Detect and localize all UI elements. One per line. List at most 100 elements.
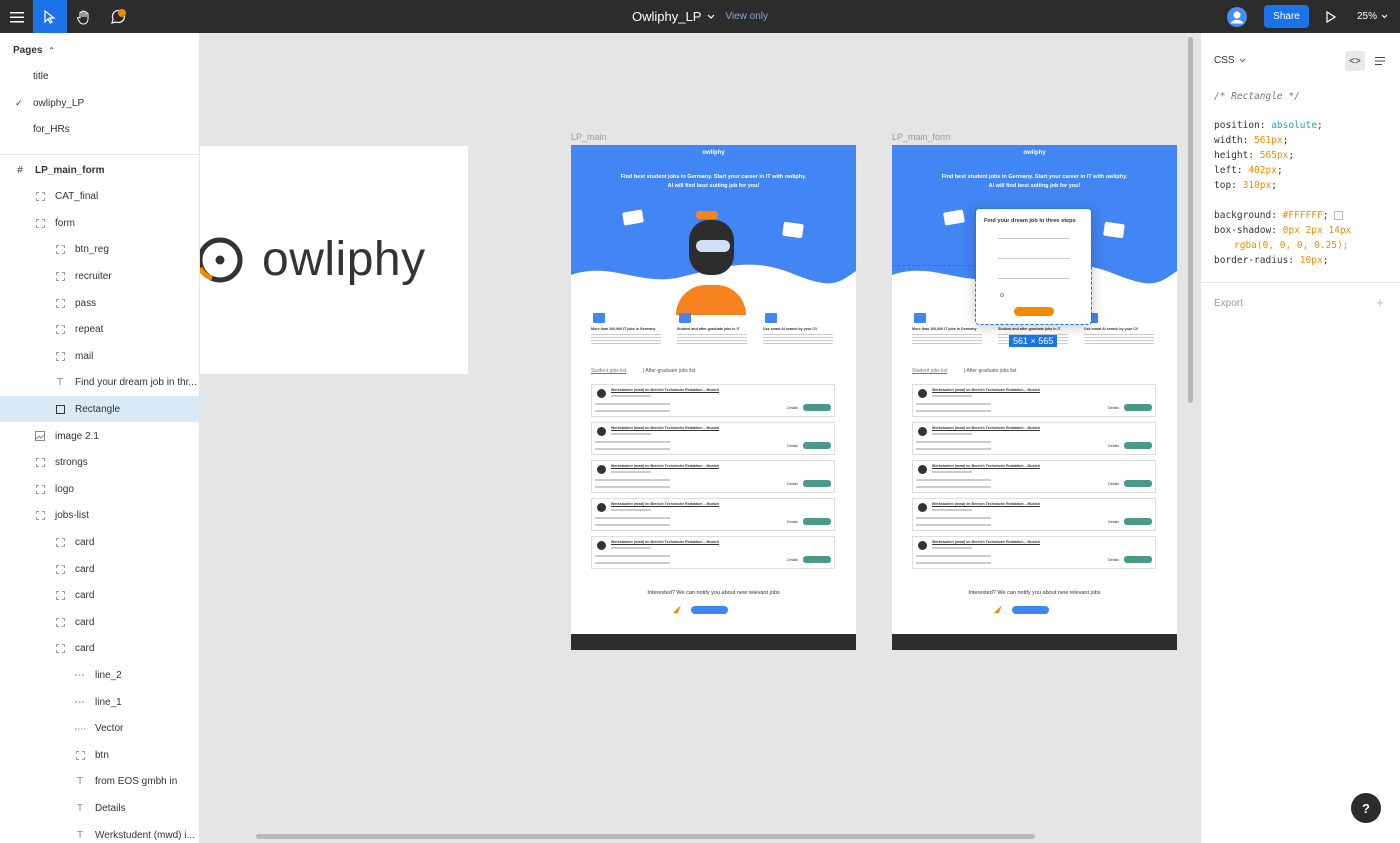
job-apply-button[interactable]: [1124, 480, 1152, 487]
job-details-link[interactable]: Details: [787, 520, 798, 524]
job-title[interactable]: Werkstudent (mwd) im Bereich Technische …: [611, 388, 719, 392]
job-title[interactable]: Werkstudent (mwd) im Bereich Technische …: [932, 540, 1040, 544]
recruiter-checkbox[interactable]: [1000, 293, 1004, 297]
layer-item[interactable]: jobs-list: [0, 503, 199, 529]
notify-button[interactable]: [691, 606, 728, 614]
job-apply-button[interactable]: [1124, 556, 1152, 563]
job-apply-button[interactable]: [1124, 518, 1152, 525]
job-title[interactable]: Werkstudent (mwd) im Bereich Technische …: [932, 388, 1040, 392]
layer-item[interactable]: btn: [0, 742, 199, 768]
job-details-link[interactable]: Details: [787, 406, 798, 410]
job-title[interactable]: Werkstudent (mwd) im Bereich Technische …: [932, 426, 1040, 430]
hand-tool-button[interactable]: [67, 0, 101, 33]
job-apply-button[interactable]: [803, 556, 831, 563]
tab-after-graduate[interactable]: | After-graduate jobs list: [964, 368, 1016, 374]
page-item-owliphy-lp[interactable]: ✓ owliphy_LP: [0, 91, 199, 115]
form-field[interactable]: [998, 273, 1070, 279]
layer-item[interactable]: T Werkstudent (mwd) i...: [0, 822, 199, 843]
layer-item[interactable]: pass: [0, 290, 199, 316]
horizontal-scrollbar[interactable]: [256, 834, 1035, 839]
layer-item[interactable]: mail: [0, 343, 199, 369]
layer-item[interactable]: strongs: [0, 450, 199, 476]
job-details-link[interactable]: Details: [1108, 482, 1119, 486]
layer-item[interactable]: # LP_main_form: [0, 157, 199, 183]
user-avatar[interactable]: [1226, 0, 1248, 33]
job-details-link[interactable]: Details: [787, 444, 798, 448]
layer-item[interactable]: card: [0, 529, 199, 555]
move-tool-button[interactable]: [33, 0, 67, 33]
form-field[interactable]: [998, 253, 1070, 259]
job-details-link[interactable]: Details: [787, 558, 798, 562]
logo-frame[interactable]: owliphy: [200, 146, 468, 374]
page-item-for-hrs[interactable]: for_HRs: [0, 117, 199, 141]
pages-header[interactable]: Pages ⌃: [13, 45, 55, 56]
tab-student-jobs[interactable]: Student jobs list: [912, 368, 947, 374]
notify-button[interactable]: [1012, 606, 1049, 614]
job-card[interactable]: Werkstudent (mwd) im Bereich Technische …: [591, 422, 835, 455]
layer-item[interactable]: btn_reg: [0, 237, 199, 263]
job-card[interactable]: Werkstudent (mwd) im Bereich Technische …: [912, 384, 1156, 417]
job-title[interactable]: Werkstudent (mwd) im Bereich Technische …: [932, 502, 1040, 506]
main-menu-button[interactable]: [0, 0, 33, 33]
job-card[interactable]: Werkstudent (mwd) im Bereich Technische …: [591, 384, 835, 417]
job-details-link[interactable]: Details: [1108, 406, 1119, 410]
job-details-link[interactable]: Details: [1108, 558, 1119, 562]
job-title[interactable]: Werkstudent (mwd) im Bereich Technische …: [611, 502, 719, 506]
job-title[interactable]: Werkstudent (mwd) im Bereich Technische …: [611, 540, 719, 544]
job-apply-button[interactable]: [803, 518, 831, 525]
layer-item[interactable]: card: [0, 583, 199, 609]
layer-item[interactable]: T Find your dream job in thr...: [0, 370, 199, 396]
lp-main-form-frame[interactable]: owliphy Find best student jobs in Germany…: [892, 145, 1177, 650]
job-apply-button[interactable]: [803, 404, 831, 411]
layer-item[interactable]: repeat: [0, 317, 199, 343]
signup-form-rectangle[interactable]: Find your dream job in three steps: [975, 208, 1092, 325]
tab-student-jobs[interactable]: Student jobs list: [591, 368, 626, 374]
layer-item[interactable]: Vector: [0, 716, 199, 742]
share-button[interactable]: Share: [1264, 5, 1309, 28]
present-button[interactable]: [1320, 0, 1342, 33]
job-apply-button[interactable]: [1124, 442, 1152, 449]
layer-item[interactable]: card: [0, 609, 199, 635]
frame-label-lp-main[interactable]: LP_main: [571, 132, 607, 142]
css-dropdown[interactable]: CSS: [1214, 55, 1246, 66]
job-card[interactable]: Werkstudent (mwd) im Bereich Technische …: [912, 422, 1156, 455]
job-details-link[interactable]: Details: [1108, 520, 1119, 524]
job-apply-button[interactable]: [803, 480, 831, 487]
frame-label-lp-main-form[interactable]: LP_main_form: [892, 132, 951, 142]
layer-item[interactable]: line_1: [0, 689, 199, 715]
tab-after-graduate[interactable]: | After-graduate jobs list: [643, 368, 695, 374]
job-card[interactable]: Werkstudent (mwd) im Bereich Technische …: [591, 460, 835, 493]
job-card[interactable]: Werkstudent (mwd) im Bereich Technische …: [591, 498, 835, 531]
canvas[interactable]: owliphy LP_main owliphy Find best student…: [200, 33, 1200, 843]
help-button[interactable]: ?: [1351, 793, 1381, 823]
layer-item[interactable]: line_2: [0, 662, 199, 688]
file-title[interactable]: Owliphy_LP: [632, 9, 701, 24]
job-apply-button[interactable]: [1124, 404, 1152, 411]
add-export-button[interactable]: +: [1376, 295, 1384, 310]
code-view-button[interactable]: <>: [1345, 51, 1365, 71]
job-details-link[interactable]: Details: [787, 482, 798, 486]
job-card[interactable]: Werkstudent (mwd) im Bereich Technische …: [912, 460, 1156, 493]
chevron-down-icon[interactable]: [707, 14, 715, 20]
lp-main-frame[interactable]: owliphy Find best student jobs in Germany…: [571, 145, 856, 650]
job-title[interactable]: Werkstudent (mwd) im Bereich Technische …: [611, 426, 719, 430]
job-card[interactable]: Werkstudent (mwd) im Bereich Technische …: [912, 536, 1156, 569]
form-field[interactable]: [998, 233, 1070, 239]
layer-item[interactable]: Rectangle: [0, 396, 199, 423]
job-title[interactable]: Werkstudent (mwd) im Bereich Technische …: [932, 464, 1040, 468]
layer-item[interactable]: T Details: [0, 795, 199, 821]
layer-item[interactable]: logo: [0, 476, 199, 502]
job-card[interactable]: Werkstudent (mwd) im Bereich Technische …: [912, 498, 1156, 531]
vertical-scrollbar[interactable]: [1188, 37, 1193, 403]
page-item-title[interactable]: title: [0, 64, 199, 88]
layer-item[interactable]: form: [0, 210, 199, 236]
layer-item[interactable]: recruiter: [0, 263, 199, 289]
job-details-link[interactable]: Details: [1108, 444, 1119, 448]
zoom-dropdown[interactable]: 25%: [1350, 0, 1395, 33]
layer-item[interactable]: card: [0, 556, 199, 582]
layer-item[interactable]: card: [0, 636, 199, 662]
job-title[interactable]: Werkstudent (mwd) im Bereich Technische …: [611, 464, 719, 468]
job-card[interactable]: Werkstudent (mwd) im Bereich Technische …: [591, 536, 835, 569]
register-button[interactable]: [1014, 307, 1054, 316]
layer-item[interactable]: Tfrom EOS gmbh in: [0, 769, 199, 795]
